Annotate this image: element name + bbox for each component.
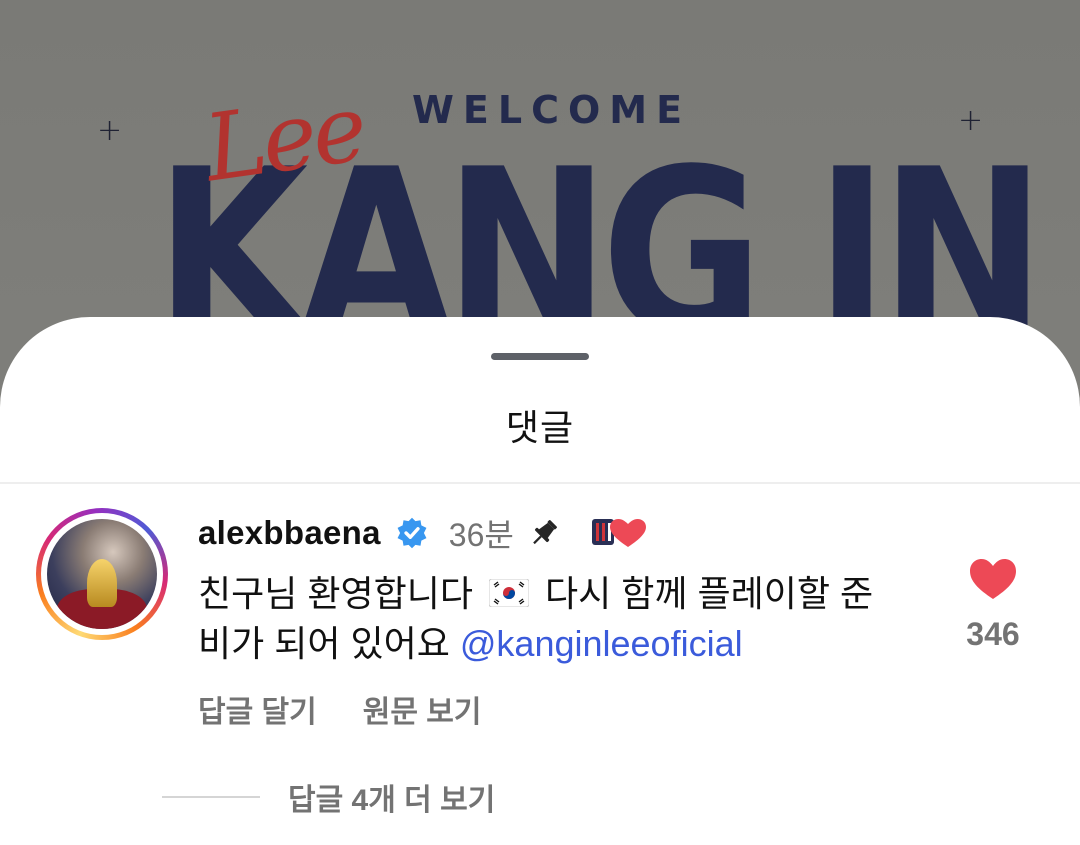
see-original-button[interactable]: 원문 보기	[363, 687, 482, 731]
sheet-drag-handle[interactable]	[491, 353, 589, 360]
comment: alexbbaena 36분 친구님 환영합니다 다시 함께 플레이할 준비가 …	[198, 511, 938, 731]
avatar-story-ring[interactable]	[36, 508, 168, 640]
creator-liked-badge	[590, 513, 650, 553]
like-column: 346	[958, 557, 1028, 653]
sheet-title: 댓글	[505, 407, 575, 448]
reply-button[interactable]: 답글 달기	[198, 687, 317, 731]
comments-sheet: 댓글 alexbbaena 36분 친구님 환영합니다 다시 함께 플레이할 준…	[0, 317, 1080, 845]
heart-icon[interactable]	[968, 557, 1018, 601]
post-script-name: Lee	[198, 74, 370, 203]
south-korea-flag-icon	[488, 579, 529, 608]
comment-actions: 답글 달기 원문 보기	[198, 687, 938, 731]
view-more-replies[interactable]: 답글 4개 더 보기	[162, 775, 495, 819]
comment-username[interactable]: alexbbaena	[198, 514, 381, 552]
comment-meta: alexbbaena 36분	[198, 511, 938, 555]
pin-icon	[532, 520, 557, 545]
replies-line	[162, 796, 260, 798]
mention-link[interactable]: @kanginleeoficial	[460, 623, 743, 664]
view-more-replies-label[interactable]: 답글 4개 더 보기	[288, 775, 495, 819]
avatar[interactable]	[47, 519, 157, 629]
header-divider	[0, 482, 1080, 484]
verified-badge-icon	[397, 517, 427, 549]
comment-text: 친구님 환영합니다 다시 함께 플레이할 준비가 되어 있어요 @kanginl…	[198, 569, 898, 669]
plus-decoration-left: +	[97, 113, 123, 148]
comment-text-part1: 친구님 환영합니다	[198, 573, 473, 614]
like-count: 346	[966, 616, 1020, 652]
creator-liked-heart-icon	[591, 519, 646, 547]
comment-time: 36분	[448, 517, 514, 553]
